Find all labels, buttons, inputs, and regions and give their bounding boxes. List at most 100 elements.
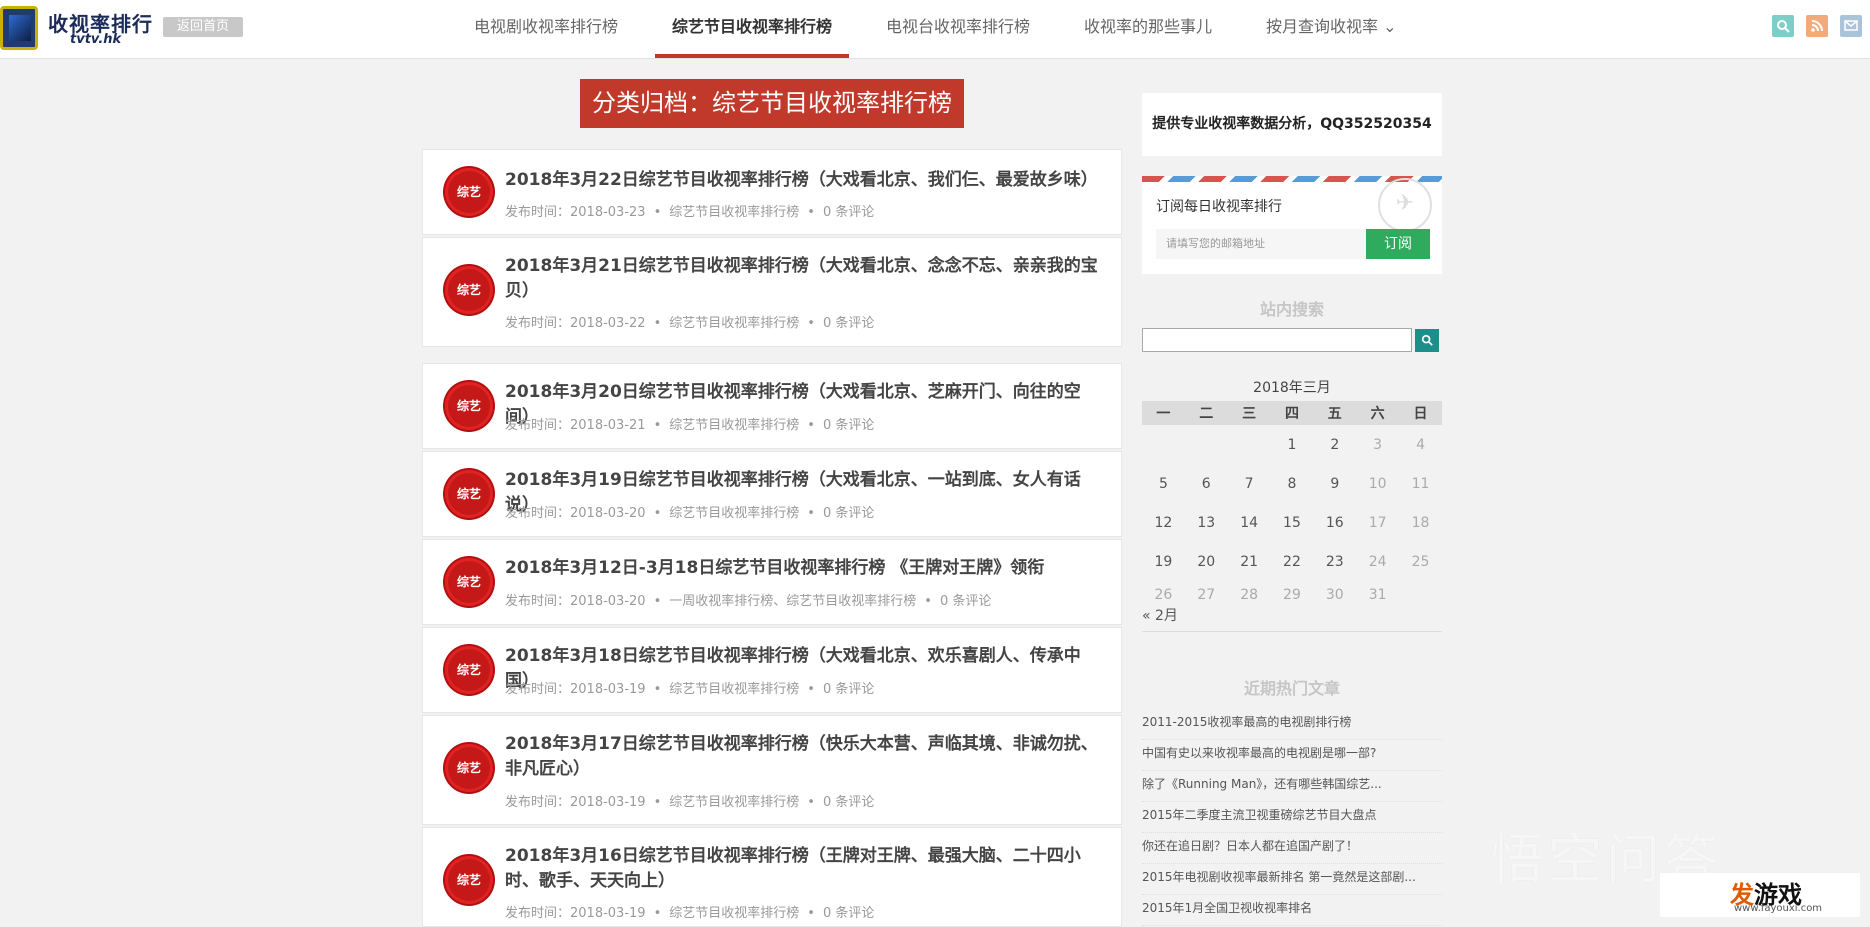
calendar-day: 31 [1368,587,1387,603]
post-category[interactable]: 一周收视率排行榜、综艺节目收视率排行榜 [669,594,916,609]
post-category[interactable]: 综艺节目收视率排行榜 [669,506,799,521]
post-item[interactable]: 综艺 2018年3月20日综艺节目收视率排行榜（大戏看北京、芝麻开门、向往的空间… [422,363,1122,449]
calendar-day[interactable]: 14 [1228,503,1271,542]
post-comments[interactable]: 0 条评论 [823,682,874,697]
variety-badge-icon: 综艺 [445,558,493,606]
post-category[interactable]: 综艺节目收视率排行榜 [669,795,799,810]
hot-post-link[interactable]: 除了《Running Man》，还有哪些韩国综艺... [1142,771,1442,802]
site-search-input[interactable] [1142,328,1412,352]
calendar-day[interactable]: 8 [1271,464,1314,503]
variety-badge-icon: 综艺 [445,744,493,792]
post-comments[interactable]: 0 条评论 [823,506,874,521]
post-category[interactable]: 综艺节目收视率排行榜 [669,418,799,433]
calendar-day[interactable]: 16 [1313,503,1356,542]
nav-item-ratings-stories[interactable]: 收视率的那些事儿 [1084,0,1212,58]
hot-post-link[interactable]: 中国有史以来收视率最高的电视剧是哪一部? [1142,740,1442,771]
post-comments[interactable]: 0 条评论 [823,795,874,810]
post-comments[interactable]: 0 条评论 [823,418,874,433]
calendar-day[interactable]: 6 [1185,464,1228,503]
calendar: 一 二 三 四 五 六 日 1 2 3 4 5 6 7 8 9 10 11 12… [1142,401,1442,609]
post-comments[interactable]: 0 条评论 [823,906,874,921]
post-item[interactable]: 综艺 2018年3月19日综艺节目收视率排行榜（大戏看北京、一站到底、女人有话说… [422,451,1122,537]
post-meta: 发布时间：2018-03-20 • 综艺节目收视率排行榜 • 0 条评论 [505,506,875,521]
post-date: 2018-03-21 [570,418,646,433]
post-comments[interactable]: 0 条评论 [823,316,874,331]
calendar-day[interactable]: 13 [1185,503,1228,542]
post-title[interactable]: 2018年3月12日-3月18日综艺节目收视率排行榜 《王牌对王牌》领衔 [505,556,1105,581]
search-widget-title: 站内搜索 [1259,300,1324,319]
nav-item-channel-ratings[interactable]: 电视台收视率排行榜 [886,0,1030,58]
tv-icon [0,6,38,50]
hot-posts-title: 近期热门文章 [1243,679,1340,698]
hot-post-link[interactable]: 2015年1月全国卫视收视率排名 [1142,895,1442,926]
rss-icon[interactable] [1806,15,1828,37]
calendar-day: 25 [1411,553,1430,570]
post-date: 2018-03-19 [570,682,646,697]
calendar-day: 4 [1416,436,1425,453]
post-category[interactable]: 综艺节目收视率排行榜 [669,205,799,220]
hot-post-link[interactable]: 2011-2015收视率最高的电视剧排行榜 [1142,709,1442,740]
variety-badge-icon: 综艺 [445,646,493,694]
post-category[interactable]: 综艺节目收视率排行榜 [669,906,799,921]
calendar-day[interactable]: 5 [1142,464,1185,503]
calendar-day [1142,425,1185,464]
nav-item-variety-ratings[interactable]: 综艺节目收视率排行榜 [655,0,850,58]
post-meta: 发布时间：2018-03-21 • 综艺节目收视率排行榜 • 0 条评论 [505,418,875,433]
calendar-day[interactable]: 1 [1271,425,1314,464]
post-title[interactable]: 2018年3月16日综艺节目收视率排行榜（王牌对王牌、最强大脑、二十四小时、歌手… [505,844,1105,894]
variety-badge-icon: 综艺 [445,168,493,216]
contact-banner: 提供专业收视率数据分析，QQ352520354 [1142,93,1442,156]
home-button[interactable]: 返回首页 [163,17,243,37]
post-item[interactable]: 综艺 2018年3月12日-3月18日综艺节目收视率排行榜 《王牌对王牌》领衔 … [422,539,1122,625]
subscribe-button[interactable]: 订阅 [1366,229,1430,259]
post-category[interactable]: 综艺节目收视率排行榜 [669,316,799,331]
hot-post-link[interactable]: 你还在追日剧？日本人都在追国产剧了！ [1142,833,1442,864]
fayouxi-logo: 发游戏 www.fayouxi.com [1660,873,1860,917]
meta-label: 发布时间： [505,795,571,810]
search-button[interactable] [1415,329,1439,352]
calendar-day: 11 [1411,475,1430,492]
calendar-day[interactable]: 2 [1313,425,1356,464]
post-item[interactable]: 综艺 2018年3月16日综艺节目收视率排行榜（王牌对王牌、最强大脑、二十四小时… [422,827,1122,927]
logo-subtext: tvtv.hk [70,32,122,47]
calendar-day[interactable]: 15 [1271,503,1314,542]
calendar-day[interactable]: 19 [1142,542,1185,581]
post-date: 2018-03-19 [570,795,646,810]
hot-post-link[interactable]: 2015年电视剧收视率最新排名 第一竟然是这部剧... [1142,864,1442,895]
post-title[interactable]: 2018年3月22日综艺节目收视率排行榜（大戏看北京、我们仨、最爱故乡味） [505,168,1105,193]
calendar-day[interactable]: 7 [1228,464,1271,503]
divider [1142,631,1442,632]
email-field[interactable]: 请填写您的邮箱地址 [1156,229,1366,259]
calendar-day [1399,581,1442,609]
nav-item-tv-drama-ratings[interactable]: 电视剧收视率排行榜 [474,0,618,58]
hot-post-link[interactable]: 2015年二季度主流卫视重磅综艺节目大盘点 [1142,802,1442,833]
variety-badge-icon: 综艺 [445,856,493,904]
category-title: 分类归档：综艺节目收视率排行榜 [580,79,964,128]
post-item[interactable]: 综艺 2018年3月17日综艺节目收视率排行榜（快乐大本营、声临其境、非诚勿扰、… [422,715,1122,825]
calendar-day[interactable]: 9 [1313,464,1356,503]
calendar-day: 28 [1240,587,1259,603]
post-item[interactable]: 综艺 2018年3月21日综艺节目收视率排行榜（大戏看北京、念念不忘、亲亲我的宝… [422,237,1122,347]
post-item[interactable]: 综艺 2018年3月22日综艺节目收视率排行榜（大戏看北京、我们仨、最爱故乡味）… [422,149,1122,235]
calendar-day[interactable]: 22 [1271,542,1314,581]
post-comments[interactable]: 0 条评论 [940,594,991,609]
nav-item-monthly-query[interactable]: 按月查询收视率 ⌄ [1266,0,1397,58]
post-item[interactable]: 综艺 2018年3月18日综艺节目收视率排行榜（大戏看北京、欢乐喜剧人、传承中国… [422,627,1122,713]
search-icon[interactable] [1772,15,1794,37]
calendar-prev-month-link[interactable]: « 2月 [1142,605,1178,625]
calendar-day[interactable]: 21 [1228,542,1271,581]
post-title[interactable]: 2018年3月21日综艺节目收视率排行榜（大戏看北京、念念不忘、亲亲我的宝贝） [505,254,1105,304]
meta-label: 发布时间： [505,205,571,220]
weekday-wed: 三 [1227,401,1271,425]
post-title[interactable]: 2018年3月17日综艺节目收视率排行榜（快乐大本营、声临其境、非诚勿扰、非凡匠… [505,732,1105,782]
search-icon [1421,334,1433,346]
mail-icon[interactable] [1840,15,1862,37]
variety-badge-icon: 综艺 [445,266,493,314]
calendar-day[interactable]: 23 [1313,542,1356,581]
post-comments[interactable]: 0 条评论 [823,205,874,220]
calendar-day[interactable]: 12 [1142,503,1185,542]
meta-label: 发布时间： [505,506,571,521]
calendar-day[interactable]: 20 [1185,542,1228,581]
site-logo[interactable]: 收视率排行 tvtv.hk [0,4,152,50]
post-category[interactable]: 综艺节目收视率排行榜 [669,682,799,697]
